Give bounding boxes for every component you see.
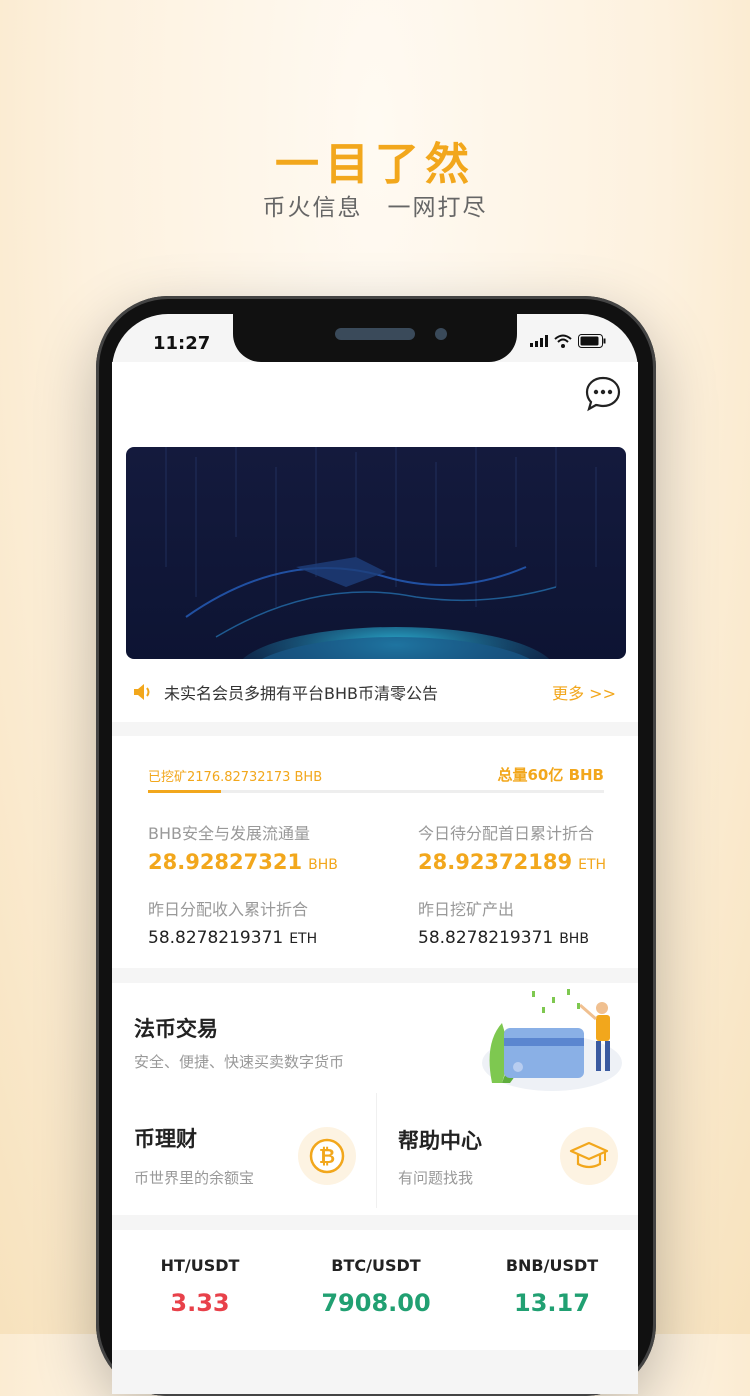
wealth-icon-badge: ₿ [298, 1127, 356, 1185]
stat-circulation: BHB安全与发展流通量 28.92827321 BHB [148, 820, 338, 874]
chat-icon [585, 376, 621, 412]
wealth-desc: 币世界里的余额宝 [134, 1169, 255, 1187]
services-card: 法币交易 安全、便捷、快速买卖数字货币 币理财 币世界里的余额宝 ₿ 帮助中心 … [112, 983, 638, 1215]
announcement-bar[interactable]: 未实名会员多拥有平台BHB币清零公告 更多 >> [112, 672, 638, 712]
ticker-price: 3.33 [170, 1289, 230, 1317]
help-center-entry[interactable]: 帮助中心 有问题找我 [376, 1093, 638, 1215]
status-time: 11:27 [153, 333, 211, 354]
fiat-desc: 安全、便捷、快速买卖数字货币 [134, 1053, 345, 1071]
mining-progress-fill [148, 790, 221, 793]
status-icons [530, 334, 606, 348]
stat-yesterday-mining: 昨日挖矿产出 58.8278219371 BHB [418, 896, 589, 948]
svg-text:₿: ₿ [319, 1144, 335, 1168]
fiat-trade-entry[interactable]: 法币交易 安全、便捷、快速买卖数字货币 [112, 983, 638, 1093]
more-link[interactable]: 更多 >> [552, 680, 616, 704]
stat-label: 昨日分配收入累计折合 [148, 900, 309, 919]
fiat-card-illustration [482, 989, 622, 1091]
wifi-icon [554, 334, 572, 348]
announcement-text[interactable]: 未实名会员多拥有平台BHB币清零公告 [164, 680, 438, 704]
ticker-price: 7908.00 [321, 1289, 431, 1317]
promo-banner[interactable] [126, 447, 626, 659]
bitcoin-icon: ₿ [309, 1138, 345, 1174]
stat-pending-distribution: 今日待分配首日累计折合 28.92372189 ETH [418, 820, 606, 874]
banner-globe-image [126, 447, 626, 659]
mining-progress-bar [148, 790, 604, 793]
promo-title: 一目了然 [275, 139, 475, 190]
ticker-bnb-usdt[interactable]: BNB/USDT 13.17 [472, 1256, 632, 1317]
battery-icon [578, 334, 606, 348]
help-title: 帮助中心 [398, 1129, 482, 1153]
wealth-entry[interactable]: 币理财 币世界里的余额宝 ₿ [112, 1093, 376, 1215]
mining-stats-card: 已挖矿2176.82732173 BHB 总量60亿 BHB BHB安全与发展流… [112, 736, 638, 968]
promo-subtitle: 币火信息 一网打尽 [262, 195, 488, 221]
stat-label: 昨日挖矿产出 [418, 900, 515, 919]
earpiece [335, 328, 415, 340]
help-icon-badge [560, 1127, 618, 1185]
help-desc: 有问题找我 [398, 1169, 474, 1187]
fiat-title: 法币交易 [134, 1017, 218, 1041]
wealth-title: 币理财 [134, 1127, 197, 1151]
market-ticker: HT/USDT 3.33 BTC/USDT 7908.00 BNB/USDT 1… [112, 1230, 638, 1350]
stat-label: 今日待分配首日累计折合 [418, 824, 595, 843]
phone-notch [233, 300, 517, 362]
ticker-pair: BTC/USDT [331, 1256, 421, 1275]
stat-value: 28.92372189 ETH [418, 850, 607, 874]
graduation-cap-icon [569, 1141, 609, 1169]
stat-yesterday-income: 昨日分配收入累计折合 58.8278219371 ETH [148, 896, 317, 948]
stat-label: BHB安全与发展流通量 [148, 824, 310, 843]
mined-amount: 已挖矿2176.82732173 BHB [148, 770, 323, 785]
signal-icon [530, 335, 548, 347]
ticker-pair: BNB/USDT [505, 1256, 599, 1275]
total-supply: 总量60亿 BHB [497, 766, 604, 784]
speaker-icon [134, 684, 150, 700]
ticker-ht-usdt[interactable]: HT/USDT 3.33 [120, 1256, 280, 1317]
stat-value: 58.8278219371 ETH [148, 928, 318, 948]
ticker-price: 13.17 [514, 1289, 590, 1317]
stat-value: 28.92827321 BHB [148, 850, 338, 874]
stat-value: 58.8278219371 BHB [418, 928, 589, 948]
front-camera [435, 328, 447, 340]
ticker-btc-usdt[interactable]: BTC/USDT 7908.00 [296, 1256, 456, 1317]
message-button[interactable] [584, 375, 622, 413]
ticker-pair: HT/USDT [160, 1256, 240, 1275]
